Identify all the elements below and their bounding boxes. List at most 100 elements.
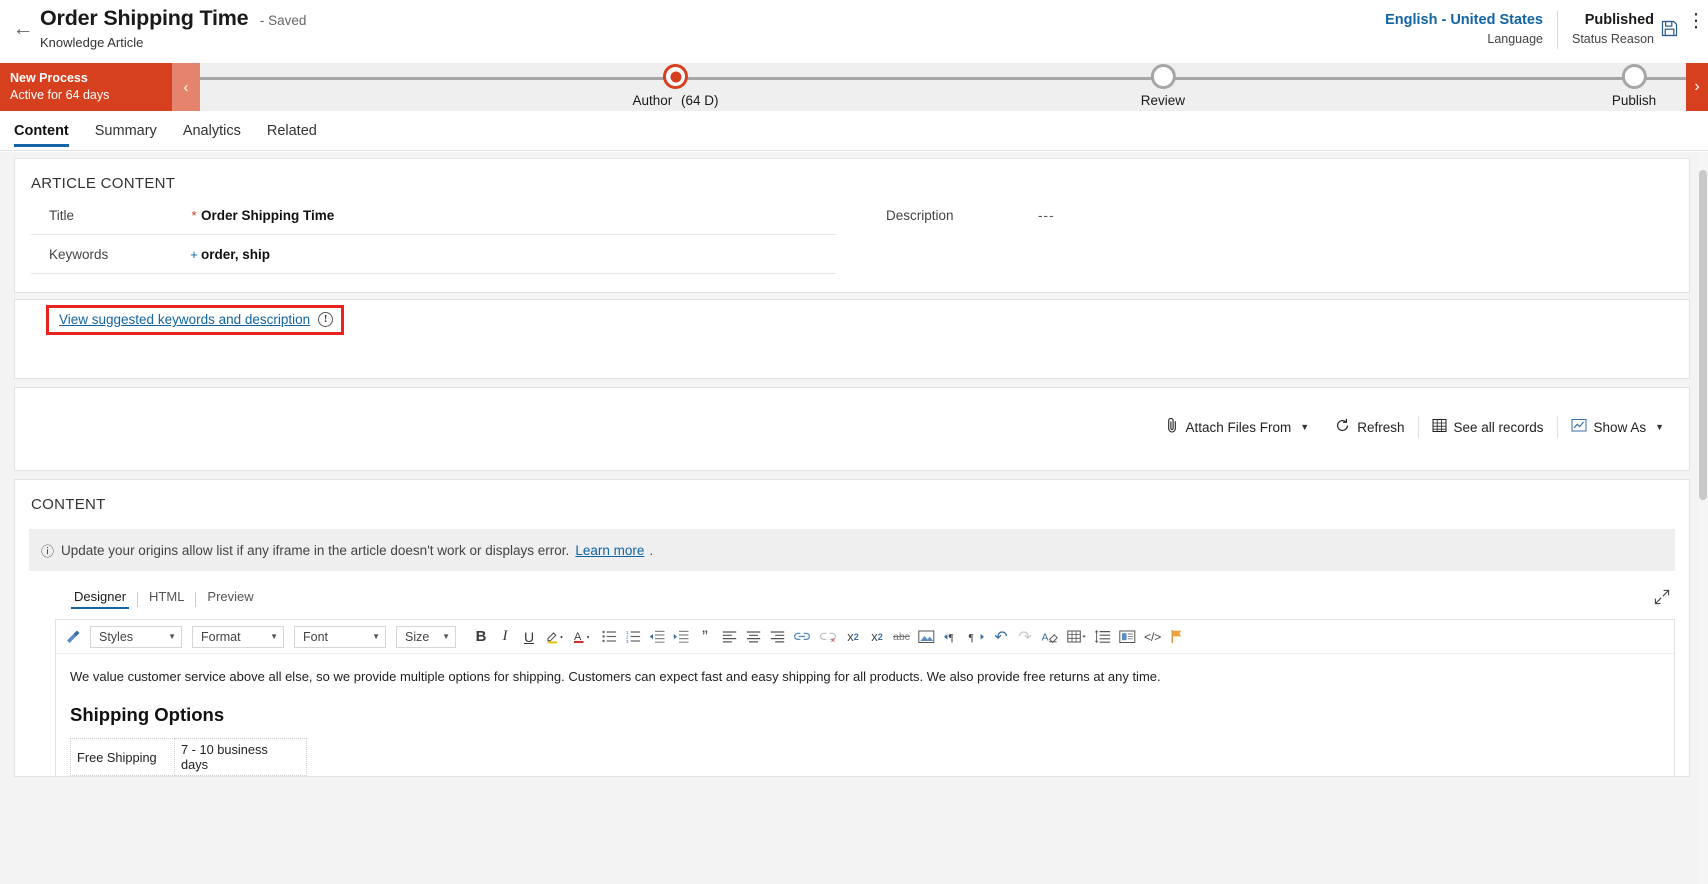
tab-content[interactable]: Content <box>14 111 69 151</box>
keywords-field-value[interactable]: order, ship <box>201 247 836 262</box>
italic-icon[interactable]: I <box>494 624 516 650</box>
redo-icon[interactable]: ↷ <box>1014 624 1036 650</box>
attach-files-from-label: Attach Files From <box>1185 419 1292 435</box>
increase-indent-icon[interactable] <box>670 624 692 650</box>
chevron-down-icon[interactable]: ▼ <box>1300 422 1309 432</box>
scrollbar-thumb[interactable] <box>1699 170 1707 500</box>
chevron-left-icon[interactable]: ‹ <box>172 63 200 111</box>
back-arrow-icon[interactable]: ← <box>10 16 36 42</box>
stage-caption: Author (64 D) <box>632 93 718 108</box>
business-process-flow: New Process Active for 64 days ‹ Author … <box>0 63 1708 111</box>
stage-label: Review <box>1140 93 1186 108</box>
size-select[interactable]: Size ▼ <box>396 625 456 648</box>
superscript-icon[interactable]: x2 <box>842 624 864 650</box>
styles-select[interactable]: Styles ▼ <box>90 625 182 648</box>
format-painter-icon[interactable] <box>62 624 84 650</box>
format-select[interactable]: Format ▼ <box>192 625 284 648</box>
view-suggested-keywords-link[interactable]: View suggested keywords and description <box>59 312 310 327</box>
align-left-icon[interactable] <box>718 624 740 650</box>
ltr-direction-icon[interactable]: ¶ <box>940 624 963 650</box>
process-stage-author[interactable]: Author (64 D) <box>632 63 719 108</box>
expand-diagonal-icon[interactable] <box>1654 589 1670 609</box>
status-reason-label: Status Reason <box>1572 32 1654 46</box>
decrease-indent-icon[interactable] <box>646 624 668 650</box>
attachments-command-bar: Attach Files From ▼ Refresh See all reco… <box>1153 414 1677 440</box>
source-code-icon[interactable]: </> <box>1141 624 1164 650</box>
align-center-icon[interactable] <box>742 624 764 650</box>
undo-icon[interactable]: ↶ <box>990 624 1012 650</box>
show-as-button[interactable]: Show As ▼ <box>1558 414 1677 440</box>
font-select[interactable]: Font ▼ <box>294 625 386 648</box>
learn-more-link[interactable]: Learn more <box>575 543 644 558</box>
kebab-more-icon[interactable]: ⋮ <box>1684 12 1708 31</box>
status-badge: Published <box>1584 12 1654 28</box>
suggestion-band: View suggested keywords and description … <box>14 299 1690 379</box>
header-divider <box>1557 11 1558 49</box>
bulleted-list-icon[interactable] <box>598 624 620 650</box>
save-floppy-icon[interactable] <box>1654 13 1684 43</box>
attach-files-from-button[interactable]: Attach Files From ▼ <box>1153 414 1323 440</box>
see-all-records-button[interactable]: See all records <box>1419 414 1557 440</box>
process-stage-review[interactable]: Review <box>1141 63 1185 108</box>
svg-text:3: 3 <box>626 639 629 643</box>
insert-table-icon[interactable] <box>1064 624 1090 650</box>
chevron-down-icon[interactable]: ▼ <box>1655 422 1664 432</box>
strikethrough-icon[interactable]: abc <box>890 624 913 650</box>
tab-analytics[interactable]: Analytics <box>183 111 241 151</box>
tab-summary[interactable]: Summary <box>95 111 157 151</box>
status-reason-field: Published Status Reason <box>1572 0 1654 46</box>
article-content-left-column: Title * Order Shipping Time Keywords + o… <box>15 196 852 274</box>
rich-text-editor: Styles ▼ Format ▼ Font ▼ Size ▼ B I U A … <box>55 619 1675 776</box>
language-field[interactable]: English - United States Language <box>1385 0 1543 46</box>
bold-icon[interactable]: B <box>470 624 492 650</box>
description-field-value[interactable]: --- <box>1038 208 1673 223</box>
form-tab-strip: Content Summary Analytics Related <box>0 111 1708 151</box>
origins-notice-bar: ⓘ Update your origins allow list if any … <box>29 529 1675 571</box>
font-color-icon[interactable]: A <box>570 624 596 650</box>
insert-template-icon[interactable] <box>1116 624 1139 650</box>
article-content-columns: Title * Order Shipping Time Keywords + o… <box>15 196 1689 292</box>
header-right-group: English - United States Language Publish… <box>1385 0 1708 63</box>
language-value[interactable]: English - United States <box>1385 11 1543 30</box>
info-circle-icon: ⓘ <box>41 543 55 559</box>
editor-tab-html[interactable]: HTML <box>138 589 195 609</box>
vertical-scrollbar[interactable] <box>1698 152 1708 884</box>
notice-text: Update your origins allow list if any if… <box>61 542 570 558</box>
process-stage-track: Author (64 D) Review Publish <box>200 63 1686 111</box>
suggested-keywords-highlight[interactable]: View suggested keywords and description … <box>46 305 345 335</box>
title-field-value[interactable]: Order Shipping Time <box>201 208 836 223</box>
content-section: CONTENT ⓘ Update your origins allow list… <box>14 479 1690 777</box>
field-label: Title <box>49 208 75 223</box>
chevron-right-icon[interactable]: › <box>1686 63 1708 111</box>
blockquote-icon[interactable]: ” <box>694 624 716 650</box>
field-row-description: Description --- <box>868 196 1673 234</box>
record-title-block: Order Shipping Time - Saved Knowledge Ar… <box>40 6 306 50</box>
numbered-list-icon[interactable]: 123 <box>622 624 644 650</box>
process-current-stage[interactable]: New Process Active for 64 days <box>0 63 172 111</box>
chevron-down-icon: ▼ <box>372 632 380 641</box>
align-right-icon[interactable] <box>766 624 788 650</box>
rte-document-canvas[interactable]: We value customer service above all else… <box>56 654 1674 776</box>
process-stage-publish[interactable]: Publish <box>1612 63 1656 108</box>
line-height-icon[interactable] <box>1092 624 1114 650</box>
remove-link-icon[interactable] <box>816 624 840 650</box>
tab-related[interactable]: Related <box>267 111 317 151</box>
required-marker-icon: + <box>190 247 198 262</box>
rtl-direction-icon[interactable]: ¶ <box>965 624 988 650</box>
editor-tab-preview[interactable]: Preview <box>196 589 264 609</box>
stage-dot-icon <box>663 64 689 89</box>
refresh-icon <box>1335 418 1350 436</box>
entity-name-label: Knowledge Article <box>40 35 144 50</box>
highlight-color-icon[interactable] <box>542 624 568 650</box>
clear-formatting-icon[interactable]: A <box>1038 624 1062 650</box>
process-stage-name: New Process <box>10 71 88 85</box>
info-circle-icon[interactable]: ! <box>318 312 334 327</box>
editor-tab-designer[interactable]: Designer <box>63 589 137 609</box>
stage-dot-icon <box>1150 64 1176 89</box>
underline-icon[interactable]: U <box>518 624 540 650</box>
flag-icon[interactable] <box>1166 624 1188 650</box>
insert-link-icon[interactable] <box>790 624 814 650</box>
insert-image-icon[interactable] <box>915 624 938 650</box>
subscript-icon[interactable]: x2 <box>866 624 888 650</box>
refresh-button[interactable]: Refresh <box>1322 414 1417 440</box>
